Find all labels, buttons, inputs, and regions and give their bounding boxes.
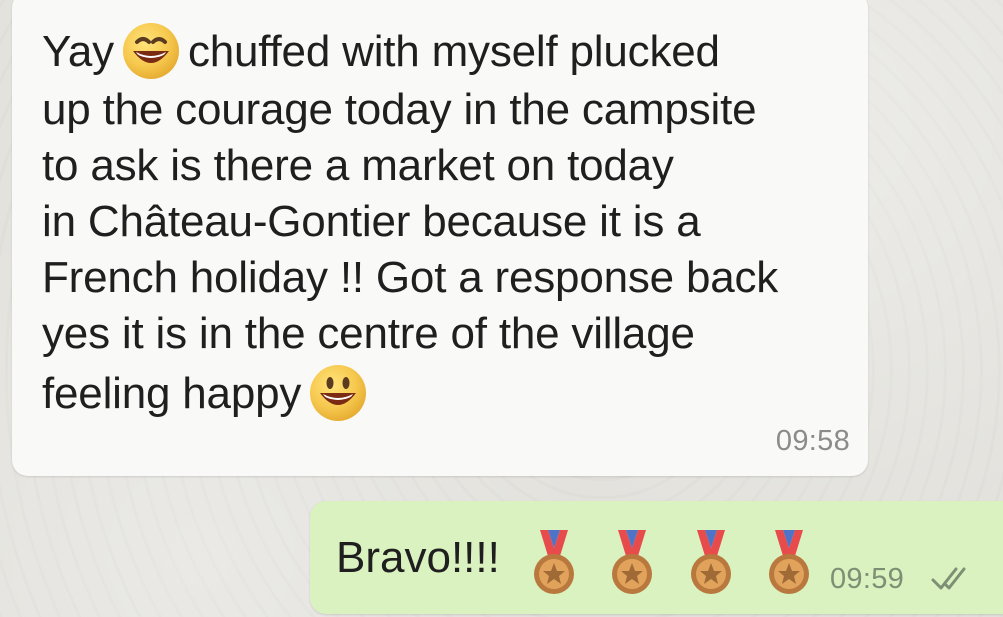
message-line-6: yes it is in the centre of the village (42, 309, 695, 358)
medal-emoji-icon (765, 528, 813, 602)
happy-emoji-icon (307, 362, 369, 424)
smile-emoji-icon (120, 20, 182, 82)
medal-emoji-icon (608, 528, 656, 602)
message-line-7-text: feeling happy (42, 369, 302, 418)
read-receipt-icon (931, 567, 966, 590)
medal-emoji-icon (687, 528, 735, 602)
outgoing-message-text-row: Bravo!!!! (336, 528, 813, 602)
message-line-3: to ask is there a market on today (42, 141, 674, 190)
message-line-7: feeling happy (42, 362, 852, 424)
message-line-4: in Château-Gontier because it is a (42, 197, 701, 246)
incoming-message-text: Yay chuffed with myself plucked up the c… (42, 20, 852, 424)
message-line-2: up the courage today in the campsite (42, 85, 757, 134)
outgoing-message-time: 09:59 (830, 563, 905, 595)
message-line-1-part-2: chuffed with myself plucked (187, 27, 720, 76)
medal-emoji-icon (530, 528, 578, 602)
incoming-message-time: 09:58 (775, 425, 850, 457)
message-line-1-part-1: Yay (42, 27, 114, 76)
message-line-5: French holiday !! Got a response back (42, 253, 779, 302)
incoming-message-bubble[interactable]: Yay chuffed with myself plucked up the c… (12, 0, 868, 476)
outgoing-message-bubble[interactable]: Bravo!!!! 09:59 (310, 501, 1003, 614)
message-line-1: Yay chuffed with myself plucked (42, 20, 852, 82)
outgoing-message-text: Bravo!!!! (336, 533, 500, 582)
